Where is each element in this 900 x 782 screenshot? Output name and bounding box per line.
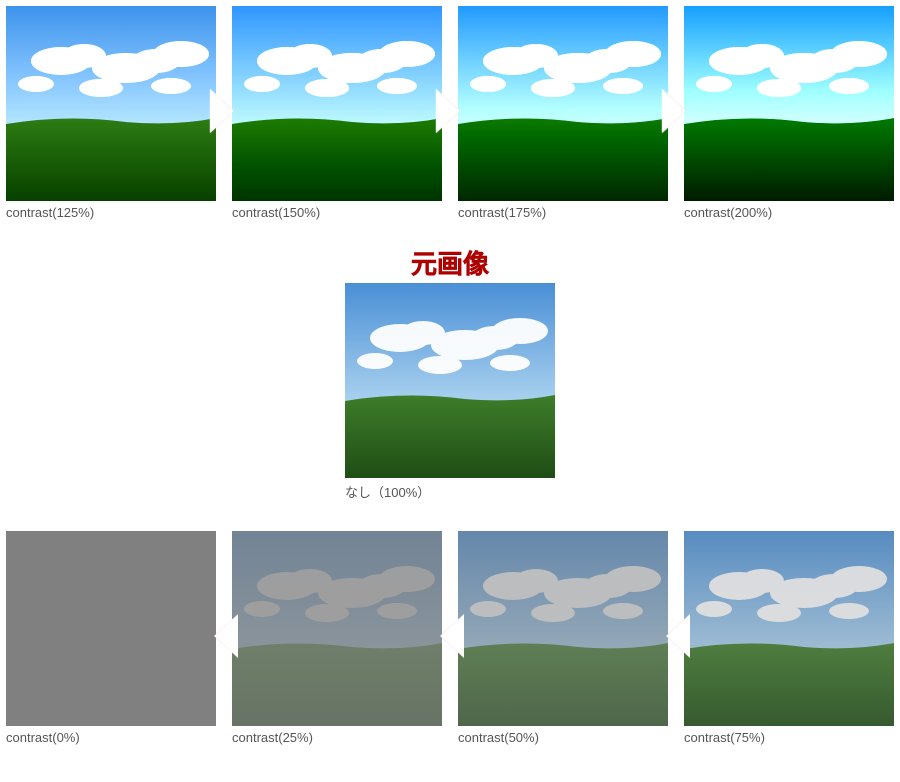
sample-image	[684, 531, 894, 726]
chevron-left-icon	[440, 616, 462, 656]
tile-contrast-0: contrast(0%)	[6, 531, 216, 745]
sample-image	[6, 6, 216, 201]
tile-contrast-25: contrast(25%)	[232, 531, 442, 745]
caption: contrast(50%)	[458, 730, 668, 745]
tile-contrast-50: contrast(50%)	[458, 531, 668, 745]
caption: contrast(125%)	[6, 205, 216, 220]
caption: contrast(0%)	[6, 730, 216, 745]
row-original: 元画像 なし（100%）	[6, 250, 894, 501]
sample-image	[458, 531, 668, 726]
caption: contrast(75%)	[684, 730, 894, 745]
chevron-left-icon	[666, 616, 688, 656]
tile-contrast-75: contrast(75%)	[684, 531, 894, 745]
tile-contrast-150: contrast(150%)	[232, 6, 442, 220]
row-decrease: contrast(0%) contrast(25	[6, 531, 894, 745]
caption: contrast(25%)	[232, 730, 442, 745]
chevron-right-icon	[438, 91, 460, 131]
sample-image	[232, 6, 442, 201]
tile-original: 元画像 なし（100%）	[345, 250, 555, 501]
sample-image	[684, 6, 894, 201]
chevron-right-icon	[212, 91, 234, 131]
tile-contrast-200: contrast(200%)	[684, 6, 894, 220]
tile-contrast-175: contrast(175%)	[458, 6, 668, 220]
original-heading: 元画像	[345, 250, 555, 279]
caption: contrast(150%)	[232, 205, 442, 220]
caption: contrast(175%)	[458, 205, 668, 220]
row-increase: contrast(125%) contrast(	[6, 6, 894, 220]
chevron-left-icon	[214, 616, 236, 656]
chevron-right-icon	[664, 91, 686, 131]
sample-image	[232, 531, 442, 726]
sample-image	[458, 6, 668, 201]
tile-contrast-125: contrast(125%)	[6, 6, 216, 220]
sample-image	[6, 531, 216, 726]
caption: contrast(200%)	[684, 205, 894, 220]
caption: なし（100%）	[345, 482, 555, 501]
sample-image	[345, 283, 555, 478]
